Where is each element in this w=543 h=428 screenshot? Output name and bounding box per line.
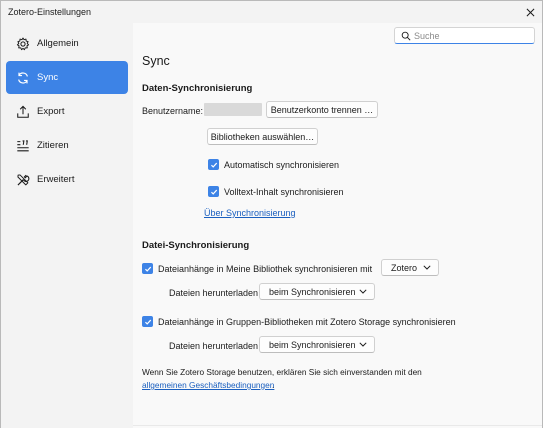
export-icon: [15, 104, 31, 120]
group-libraries-sync-checkbox[interactable]: [142, 316, 153, 327]
close-button[interactable]: [518, 1, 542, 23]
sync-icon: [15, 70, 31, 86]
about-sync-link[interactable]: Über Synchronisierung: [204, 208, 296, 218]
download-mode-dropdown-2[interactable]: beim Synchronisieren: [259, 336, 375, 353]
checkmark-icon: [210, 189, 217, 195]
terms-text: Wenn Sie Zotero Storage benutzen, erklär…: [142, 367, 422, 377]
sync-pane: Sync Daten-Synchronisierung Benutzername…: [133, 23, 542, 428]
close-icon: [526, 8, 534, 16]
cite-icon: [15, 138, 31, 154]
download-label: Dateien herunterladen: [169, 341, 259, 351]
sidebar-item-label: Erweitert: [37, 174, 75, 185]
terms-end: .: [272, 380, 275, 390]
sidebar-item-zitieren[interactable]: Zitieren: [6, 129, 128, 162]
chevron-down-icon: [359, 342, 367, 347]
title-bar: Zotero-Einstellungen: [1, 1, 542, 23]
sidebar-item-export[interactable]: Export: [6, 95, 128, 128]
checkmark-icon: [144, 266, 151, 272]
chevron-down-icon: [359, 289, 367, 294]
download-mode-dropdown-1[interactable]: beim Synchronisieren: [259, 283, 375, 300]
sidebar: Allgemein Sync Export Zitieren Erweitert: [1, 23, 133, 428]
search-input[interactable]: [414, 30, 529, 41]
sidebar-item-allgemein[interactable]: Allgemein: [6, 27, 128, 60]
username-label: Benutzername:: [142, 106, 204, 116]
auto-sync-label: Automatisch synchronisieren: [224, 160, 340, 170]
my-library-sync-checkbox[interactable]: [142, 263, 153, 274]
tools-icon: [15, 172, 31, 188]
sidebar-item-label: Zitieren: [37, 140, 69, 151]
unlink-account-button[interactable]: Benutzerkonto trennen …: [266, 101, 378, 118]
bottom-divider: [133, 425, 542, 426]
preferences-window: Zotero-Einstellungen Allgemein Sync Expo…: [0, 0, 543, 428]
username-value: [204, 103, 262, 116]
page-title: Sync: [142, 54, 170, 68]
checkmark-icon: [210, 162, 217, 168]
fulltext-sync-checkbox[interactable]: [208, 186, 219, 197]
data-sync-heading: Daten-Synchronisierung: [142, 83, 253, 94]
download-label: Dateien herunterladen: [169, 288, 259, 298]
sidebar-item-label: Sync: [37, 72, 59, 83]
dropdown-value: beim Synchronisieren: [269, 339, 356, 350]
dropdown-value: beim Synchronisieren: [269, 286, 356, 297]
choose-libraries-button[interactable]: Bibliotheken auswählen…: [207, 128, 318, 145]
window-title: Zotero-Einstellungen: [8, 7, 92, 17]
terms-link[interactable]: allgemeinen Geschäftsbedingungen: [142, 380, 274, 390]
sidebar-item-sync[interactable]: Sync: [6, 61, 128, 94]
my-library-service-dropdown[interactable]: Zotero: [381, 259, 439, 276]
checkmark-icon: [144, 319, 151, 325]
my-library-sync-label: Dateianhänge in Meine Bibliothek synchro…: [158, 264, 373, 274]
sidebar-item-label: Allgemein: [37, 38, 79, 49]
gear-icon: [15, 36, 31, 52]
sidebar-item-erweitert[interactable]: Erweitert: [6, 163, 128, 196]
chevron-down-icon: [423, 265, 431, 270]
file-sync-heading: Datei-Synchronisierung: [142, 240, 250, 251]
sidebar-item-label: Export: [37, 106, 65, 117]
search-icon: [401, 31, 411, 41]
dropdown-value: Zotero: [391, 262, 418, 273]
fulltext-sync-label: Volltext-Inhalt synchronisieren: [224, 187, 344, 197]
search-box[interactable]: [394, 27, 535, 44]
auto-sync-checkbox[interactable]: [208, 159, 219, 170]
group-libraries-sync-label: Dateianhänge in Gruppen-Bibliotheken mit…: [158, 317, 456, 327]
